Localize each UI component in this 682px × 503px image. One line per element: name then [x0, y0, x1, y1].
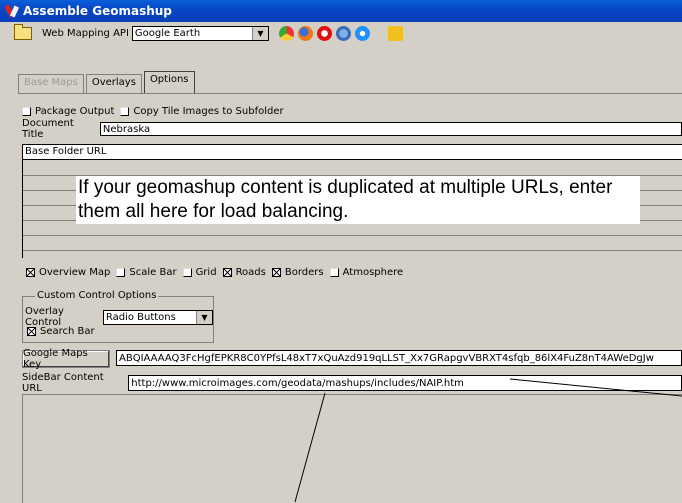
- borders-checkbox[interactable]: [271, 267, 281, 277]
- copy-tiles-checkbox[interactable]: [120, 106, 130, 116]
- opera-icon[interactable]: [316, 25, 332, 41]
- package-options: Package Output Copy Tile Images to Subfo…: [18, 104, 284, 118]
- base-folder-url-header: Base Folder URL: [23, 145, 682, 160]
- tab-options[interactable]: Options: [143, 71, 195, 93]
- scale-bar-checkbox[interactable]: [116, 267, 126, 277]
- custom-control-group: Custom Control Options Overlay Control R…: [22, 290, 214, 343]
- sidebar-url-row: SideBar Content URL http://www.microimag…: [22, 372, 682, 394]
- scale-bar-label: Scale Bar: [129, 266, 177, 278]
- copy-tiles-label: Copy Tile Images to Subfolder: [133, 105, 284, 117]
- overlay-control-select[interactable]: Radio Buttons ▼: [102, 309, 213, 325]
- borders-label: Borders: [284, 266, 324, 278]
- url-row[interactable]: [23, 161, 682, 176]
- document-title-row: Document Title Nebraska: [22, 118, 682, 140]
- search-bar-label: Search Bar: [40, 326, 95, 337]
- sidebar-url-input[interactable]: http://www.microimages.com/geodata/mashu…: [128, 375, 682, 391]
- chevron-down-icon[interactable]: ▼: [196, 310, 212, 324]
- tab-divider: [18, 93, 682, 94]
- run-icon[interactable]: [387, 25, 403, 41]
- document-title-label: Document Title: [22, 118, 74, 140]
- google-maps-key-button[interactable]: Google Maps Key: [22, 348, 110, 370]
- sidebar-url-label: SideBar Content URL: [22, 372, 104, 394]
- tab-base-maps[interactable]: Base Maps: [18, 74, 84, 93]
- atmosphere-label: Atmosphere: [342, 266, 404, 278]
- custom-control-title: Custom Control Options: [35, 290, 159, 301]
- ie-icon[interactable]: [354, 25, 370, 41]
- chrome-icon[interactable]: [278, 25, 294, 41]
- callout-note: If your geomashup content is duplicated …: [76, 176, 640, 224]
- folder-icon[interactable]: [14, 23, 32, 40]
- tab-strip: Base Maps Overlays Options: [18, 71, 197, 93]
- google-maps-key-input[interactable]: ABQIAAAAQ3FcHgfEPKR8C0YPfsL48xT7xQuAzd91…: [116, 350, 682, 366]
- bottom-panel: [22, 394, 682, 503]
- overview-map-label: Overview Map: [39, 266, 111, 278]
- package-output-checkbox[interactable]: [22, 106, 31, 116]
- grid-label: Grid: [195, 266, 217, 278]
- atmosphere-checkbox[interactable]: [329, 267, 339, 277]
- netscape-icon[interactable]: [335, 25, 351, 41]
- roads-label: Roads: [235, 266, 266, 278]
- grid-checkbox[interactable]: [182, 267, 192, 277]
- package-output-label: Package Output: [35, 105, 115, 117]
- roads-checkbox[interactable]: [222, 267, 232, 277]
- overview-map-checkbox[interactable]: [26, 267, 35, 277]
- tab-overlays[interactable]: Overlays: [85, 74, 142, 93]
- api-label: Web Mapping API: [42, 27, 129, 39]
- chevron-down-icon[interactable]: ▼: [251, 26, 268, 40]
- api-select[interactable]: Google Earth ▼: [131, 25, 269, 41]
- overlay-control-label: Overlay Control: [25, 306, 64, 328]
- document-title-input[interactable]: Nebraska: [99, 122, 682, 136]
- window-title: Assemble Geomashup: [23, 4, 172, 18]
- app-icon: [5, 4, 19, 18]
- url-row[interactable]: [23, 236, 682, 251]
- firefox-icon[interactable]: [297, 25, 313, 41]
- title-bar: Assemble Geomashup: [0, 0, 682, 22]
- map-options-row: Overview Map Scale Bar Grid Roads Border…: [22, 264, 405, 280]
- search-bar-checkbox[interactable]: [27, 327, 36, 336]
- api-toolbar: Web Mapping API Google Earth ▼: [14, 23, 403, 43]
